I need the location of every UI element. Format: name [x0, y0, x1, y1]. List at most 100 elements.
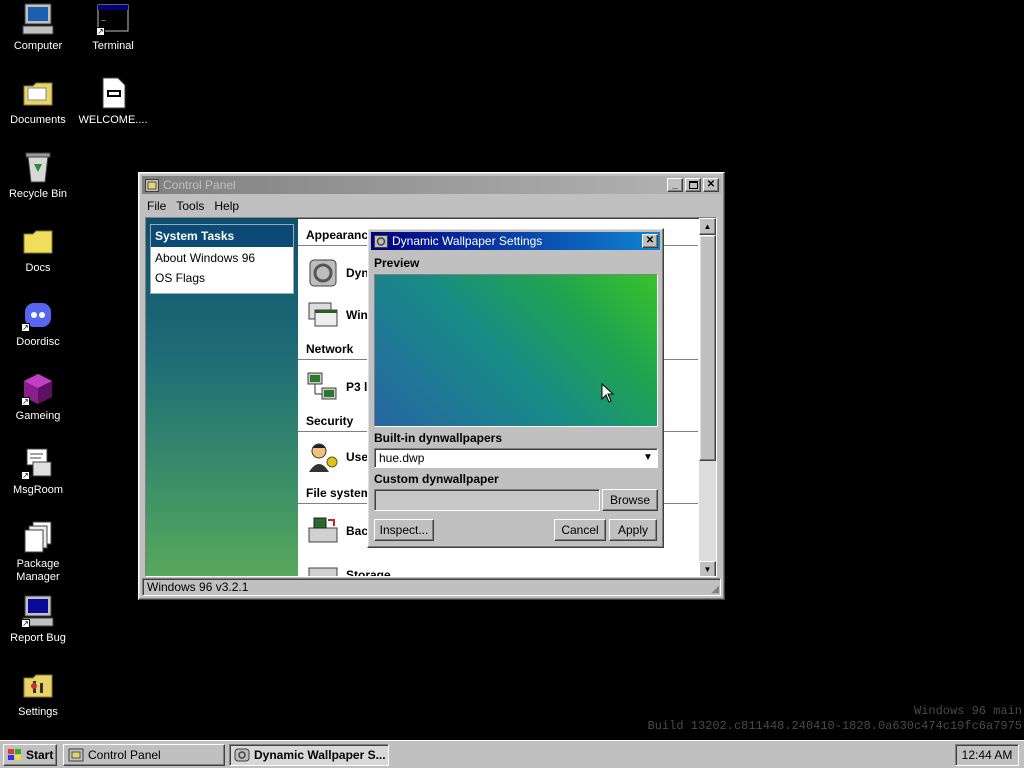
arrow-up-icon: ▲: [703, 222, 712, 231]
desktop-icon-report-bug[interactable]: ↗ Report Bug: [0, 594, 76, 645]
maximize-icon: [688, 181, 698, 189]
dialog-titlebar[interactable]: Dynamic Wallpaper Settings ✕: [371, 232, 660, 250]
inspect-button[interactable]: Inspect...: [374, 519, 434, 541]
desktop-icon-terminal[interactable]: _ ↗ Terminal: [75, 2, 151, 53]
start-label: Start: [26, 748, 54, 762]
desktop-icon-settings[interactable]: Settings: [0, 668, 76, 719]
applet-backup[interactable]: Bac: [306, 514, 368, 548]
window-title: Control Panel: [163, 178, 236, 192]
desktop-icon-label: Doordisc: [16, 336, 60, 348]
desktop-icon-label: Package Manager: [16, 558, 60, 583]
terminal-icon: _ ↗: [96, 2, 130, 36]
desktop-icon-msgroom[interactable]: ↗ MsgRoom: [0, 446, 76, 497]
svg-text:_: _: [100, 14, 106, 23]
system-tasks-panel: System Tasks About Windows 96 OS Flags: [150, 224, 294, 294]
taskbar-item-dynamic-wallpaper[interactable]: Dynamic Wallpaper S...: [229, 744, 389, 766]
menu-file[interactable]: File: [142, 199, 171, 213]
vertical-scrollbar[interactable]: ▲ ▼: [699, 218, 716, 576]
desktop-icon-label: Docs: [25, 262, 51, 274]
scroll-thumb[interactable]: [699, 235, 716, 461]
recycle-bin-icon: [21, 150, 55, 184]
custom-label: Custom dynwallpaper: [374, 472, 499, 486]
maximize-button[interactable]: [685, 178, 701, 192]
network-computers-icon: [306, 370, 340, 404]
desktop-icon-package-manager[interactable]: Package Manager: [0, 520, 76, 584]
taskbar: Start Control Panel Dynamic Wallpaper S.…: [0, 740, 1024, 768]
chevron-down-icon: ▼: [643, 452, 653, 463]
desktop-icon-label: Computer: [13, 40, 63, 52]
applet-label: Dyn: [346, 266, 369, 280]
section-security: Security: [306, 414, 354, 428]
task-about-windows[interactable]: About Windows 96: [151, 247, 293, 267]
status-text: Windows 96 v3.2.1: [147, 580, 249, 594]
windows-logo-icon: [8, 749, 21, 760]
dynamic-wallpaper-dialog: Dynamic Wallpaper Settings ✕ Preview Bui…: [367, 228, 664, 548]
wallpaper-icon: [306, 256, 340, 290]
close-icon: ✕: [645, 235, 655, 246]
close-icon: ✕: [706, 179, 716, 190]
desktop-icon-documents[interactable]: Documents: [0, 76, 76, 127]
applet-storage[interactable]: Storage: [306, 558, 391, 576]
clock[interactable]: 12:44 AM: [962, 748, 1013, 762]
shortcut-arrow-icon: ↗: [21, 471, 30, 480]
scroll-up-button[interactable]: ▲: [699, 218, 716, 235]
close-button[interactable]: ✕: [703, 178, 719, 192]
scroll-down-button[interactable]: ▼: [699, 561, 716, 576]
chat-network-icon: ↗: [21, 446, 55, 480]
builtin-wallpaper-select[interactable]: hue.dwp ▼: [374, 448, 658, 468]
mouse-cursor-icon: [601, 383, 615, 403]
cancel-button[interactable]: Cancel: [554, 519, 606, 541]
desktop-icon-welcome[interactable]: WELCOME....: [75, 76, 151, 127]
desktop-icon-label: WELCOME....: [78, 114, 148, 126]
desktop-icon-label: Settings: [18, 706, 58, 718]
system-tray: 12:44 AM: [955, 744, 1019, 766]
computer-icon: ↗: [21, 594, 55, 628]
shortcut-arrow-icon: ↗: [21, 323, 30, 332]
minimize-button[interactable]: _: [667, 178, 683, 192]
desktop-icon-label: Terminal: [92, 40, 134, 52]
build-watermark: Windows 96 main Build 13202.c811448.2404…: [648, 704, 1022, 734]
custom-wallpaper-input[interactable]: [374, 489, 600, 511]
sidebar: System Tasks About Windows 96 OS Flags: [146, 218, 298, 576]
watermark-title: Windows 96 main: [913, 704, 1022, 718]
user-key-icon: [306, 440, 340, 474]
control-panel-titlebar[interactable]: Control Panel _ ✕: [142, 176, 721, 194]
folder-icon: [21, 224, 55, 258]
control-panel-icon: [68, 748, 84, 762]
browse-button[interactable]: Browse: [602, 489, 658, 511]
shortcut-arrow-icon: ↗: [96, 27, 105, 36]
shortcut-arrow-icon: ↗: [21, 397, 30, 406]
markdown-file-icon: [96, 76, 130, 110]
applet-label: Bac: [346, 524, 369, 538]
desktop-icon-label: Documents: [10, 114, 66, 126]
apply-button[interactable]: Apply: [609, 519, 657, 541]
applet-window-settings[interactable]: Win: [306, 298, 368, 332]
task-os-flags[interactable]: OS Flags: [151, 267, 293, 287]
start-button[interactable]: Start: [3, 744, 57, 766]
menubar: File Tools Help: [142, 196, 244, 216]
desktop-icon-computer[interactable]: Computer: [0, 2, 76, 53]
taskbar-item-control-panel[interactable]: Control Panel: [63, 744, 225, 766]
desktop-icon-docs[interactable]: Docs: [0, 224, 76, 275]
computer-icon: [21, 2, 55, 36]
desktop-icon-doordisc[interactable]: ↗ Doordisc: [0, 298, 76, 349]
applet-p3[interactable]: P3 l: [306, 370, 367, 404]
desktop-icon-gameing[interactable]: ↗ Gameing: [0, 372, 76, 423]
system-tasks-heading: System Tasks: [151, 225, 293, 247]
desktop-icon-recycle-bin[interactable]: Recycle Bin: [0, 150, 76, 201]
menu-help[interactable]: Help: [209, 199, 244, 213]
applet-users[interactable]: Use: [306, 440, 368, 474]
applet-label: Win: [346, 308, 368, 322]
task-label: Dynamic Wallpaper S...: [254, 748, 386, 762]
resize-grip-icon[interactable]: ◢: [711, 584, 719, 595]
applet-dynamic-wallpaper[interactable]: Dyn: [306, 256, 369, 290]
desktop-icon-label: Report Bug: [10, 632, 66, 644]
package-icon: [21, 520, 55, 554]
folder-icon: [21, 76, 55, 110]
arrow-down-icon: ▼: [703, 565, 712, 574]
cube-icon: ↗: [21, 372, 55, 406]
preview-label: Preview: [374, 256, 420, 270]
close-button[interactable]: ✕: [642, 234, 658, 248]
storage-drive-icon: [306, 558, 340, 576]
menu-tools[interactable]: Tools: [171, 199, 209, 213]
